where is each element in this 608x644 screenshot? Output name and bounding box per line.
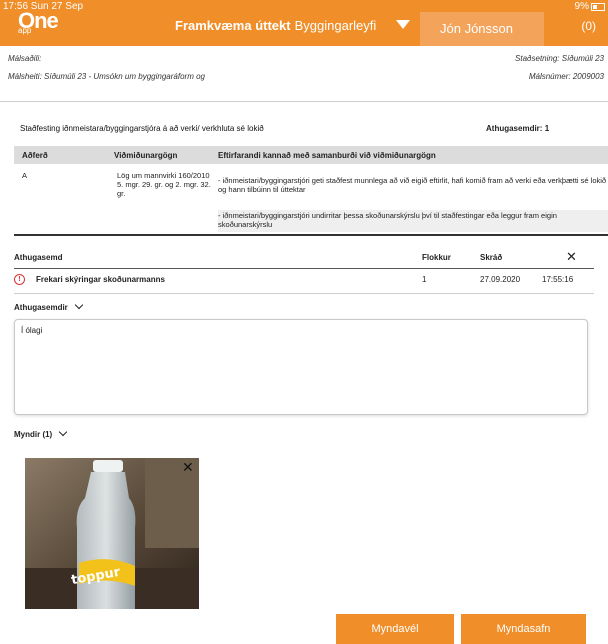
- close-photo-icon[interactable]: ✕: [182, 459, 194, 476]
- header-vidmidunargogn: Viðmiðunargögn: [114, 151, 178, 160]
- criteria-table-header: Aðferð Viðmiðunargögn Eftirfarandi kanna…: [14, 146, 608, 164]
- wifi-icon: [396, 20, 410, 29]
- remark-text: Frekari skýringar skoðunarmanns: [36, 275, 165, 284]
- stadsetning: Staðsetning: Síðumúli 23: [515, 54, 604, 63]
- divider: [14, 293, 594, 294]
- header-skrad: Skráð: [480, 253, 503, 262]
- comments-label: Athugasemdir: [14, 303, 68, 312]
- user-name: Jón Jónsson: [440, 21, 513, 36]
- header-eftirfarandi: Eftirfarandi kannað með samanburði við v…: [218, 151, 436, 160]
- page-title: Framkvæma úttekt Byggingarleyfi: [175, 18, 376, 33]
- header-adferd: Aðferð: [22, 151, 48, 160]
- images-toggle[interactable]: Myndir (1): [14, 427, 68, 439]
- logo-subtext: app: [18, 26, 32, 35]
- malsadili-label: Málsaðili:: [8, 54, 42, 63]
- remark-date: 27.09.2020: [480, 275, 521, 284]
- warning-icon: !: [14, 274, 25, 285]
- criteria-item: - iðnmeistari/byggingarstjóri geti staðf…: [218, 176, 607, 194]
- athugasemdir-count-value: 1: [544, 124, 550, 133]
- section-title: Staðfesting iðnmeistara/byggingarstjóra …: [20, 124, 264, 133]
- top-bar: 17:56 Sun 27 Sep 9% One app Framkvæma út…: [0, 0, 608, 46]
- page-title-main: Framkvæma úttekt: [175, 18, 291, 33]
- malsnumer: Málsnúmer: 2009003: [528, 72, 604, 81]
- malsheiti: Málsheiti: Síðumúli 23 - Umsókn um byggi…: [8, 72, 205, 81]
- close-icon[interactable]: ✕: [566, 249, 577, 265]
- header-flokkur: Flokkur: [422, 253, 451, 262]
- battery-percent: 9%: [574, 1, 589, 12]
- row-method: A: [22, 171, 28, 180]
- comments-toggle[interactable]: Athugasemdir: [14, 300, 84, 312]
- chevron-down-icon: [58, 427, 68, 437]
- athugasemdir-count-label: Athugasemdir:: [486, 124, 543, 133]
- athugasemdir-count: Athugasemdir: 1: [486, 124, 549, 133]
- battery-icon: [591, 2, 605, 11]
- remarks-header: Athugasemd Flokkur Skráð: [14, 250, 594, 270]
- table-bottom-border: [14, 234, 608, 236]
- remark-time: 17:55:16: [542, 275, 574, 284]
- bottle-photo: [25, 458, 199, 609]
- divider: [0, 101, 608, 102]
- criteria-item: - iðnmeistari/byggingarstjóri undirritar…: [218, 210, 608, 232]
- remark-flokkur: 1: [422, 275, 427, 284]
- images-label: Myndir (1): [14, 430, 53, 439]
- notification-count[interactable]: (0): [581, 19, 596, 33]
- user-menu[interactable]: Jón Jónsson: [420, 12, 544, 46]
- comments-textarea[interactable]: Í ólagi: [14, 319, 588, 415]
- divider: [14, 268, 594, 269]
- row-reference: Lög um mannvirki 160/2010 5. mgr. 29. gr…: [117, 171, 211, 198]
- page-subtitle: Byggingarleyfi: [294, 18, 377, 33]
- gallery-button[interactable]: Myndasafn: [461, 614, 586, 644]
- header-athugasemd: Athugasemd: [14, 253, 63, 262]
- camera-button[interactable]: Myndavél: [336, 614, 454, 644]
- chevron-down-icon: [74, 300, 84, 310]
- battery-status: 9%: [575, 1, 605, 12]
- remark-row[interactable]: ! Frekari skýringar skoðunarmanns 1 27.0…: [14, 273, 594, 289]
- photo-thumbnail[interactable]: toppur: [25, 458, 199, 609]
